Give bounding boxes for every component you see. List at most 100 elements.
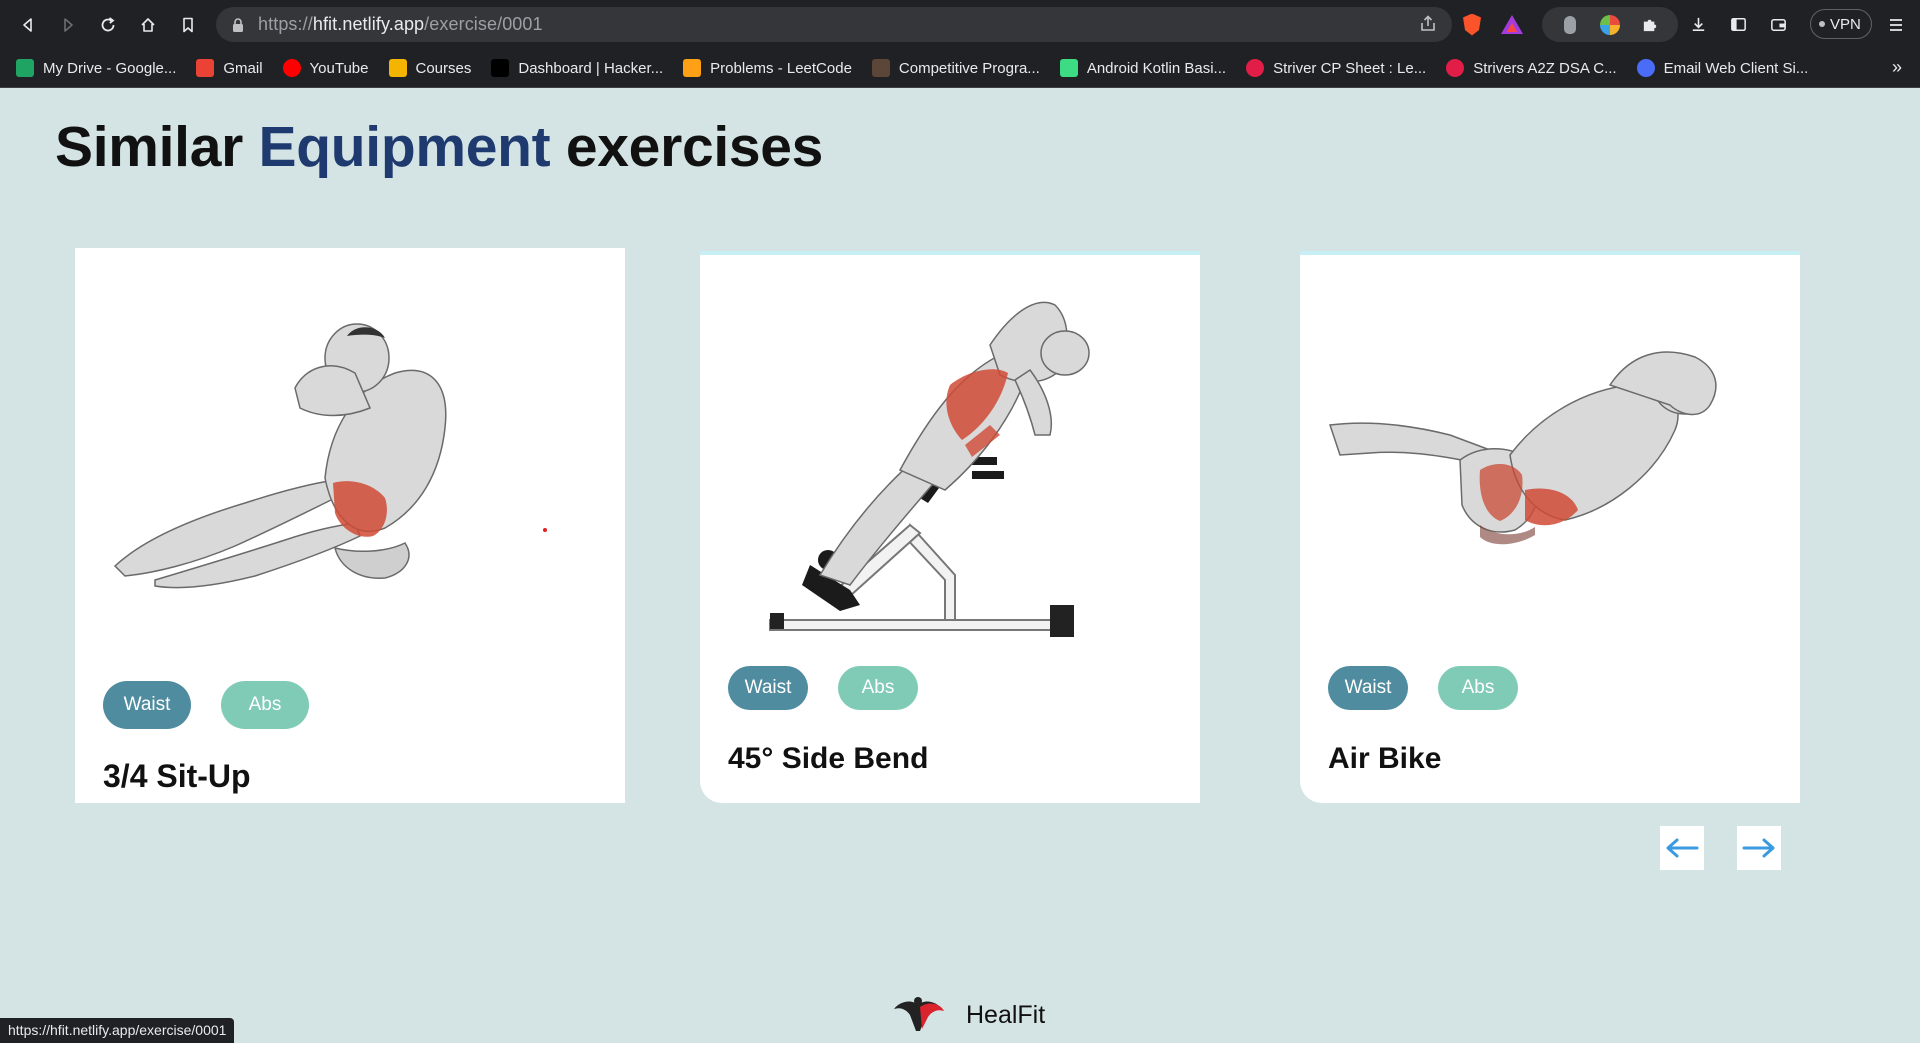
rewards-triangle-icon <box>1501 15 1523 34</box>
heading-text-1: Similar <box>55 115 259 179</box>
bookmarks-bar: My Drive - Google... Gmail YouTube Courses D… <box>0 49 1920 88</box>
bookmark-label: Courses <box>415 59 472 77</box>
tag-abs[interactable]: Abs <box>1438 666 1518 710</box>
bookmark-label: YouTube <box>309 59 369 77</box>
forward-button[interactable] <box>48 5 88 45</box>
tag-abs[interactable]: Abs <box>221 681 309 729</box>
extension-2-button[interactable] <box>1590 7 1630 42</box>
tag-list: Waist Abs <box>728 666 918 710</box>
bookmark-icon <box>183 17 193 32</box>
reload-icon <box>101 16 115 31</box>
bookmark-button[interactable] <box>168 5 208 45</box>
email-client-icon <box>1636 59 1655 77</box>
downloads-button[interactable] <box>1678 7 1718 42</box>
card-title: 45° Side Bend <box>728 742 929 775</box>
bookmark-item[interactable]: Email Web Client Si... <box>1636 59 1809 77</box>
address-bar[interactable]: https://hfit.netlify.app/exercise/0001 <box>216 7 1452 42</box>
vpn-status-icon <box>1819 21 1825 27</box>
bookmark-item[interactable]: Striver CP Sheet : Le... <box>1246 59 1426 77</box>
extension-1-button[interactable] <box>1550 7 1590 42</box>
forward-icon <box>64 17 73 32</box>
bookmark-item[interactable]: Strivers A2Z DSA C... <box>1446 59 1617 77</box>
reload-button[interactable] <box>88 5 128 45</box>
share-icon[interactable] <box>1418 14 1438 34</box>
color-palette-icon <box>1600 14 1620 35</box>
tag-waist[interactable]: Waist <box>728 666 808 710</box>
brave-rewards-button[interactable] <box>1492 7 1532 42</box>
arrow-left-icon <box>1666 838 1699 858</box>
youtube-icon <box>282 59 301 77</box>
page-content: Similar Equipment exercises Waist Abs 3/… <box>0 88 1920 1043</box>
google-drive-icon <box>16 59 34 77</box>
tag-waist[interactable]: Waist <box>103 681 191 729</box>
tag-waist[interactable]: Waist <box>1328 666 1408 710</box>
bookmark-label: Dashboard | Hacker... <box>518 59 664 77</box>
extensions-pill <box>1542 7 1678 42</box>
bookmark-item[interactable]: My Drive - Google... <box>16 59 176 77</box>
exercise-card[interactable]: Waist Abs Air Bike <box>1300 251 1800 803</box>
bookmark-item[interactable]: Problems - LeetCode <box>683 59 852 77</box>
brand-name: HealFit <box>966 1000 1046 1029</box>
heading-text-2: exercises <box>550 115 824 179</box>
extension-gray-icon <box>1564 15 1576 34</box>
gmail-icon <box>196 59 215 77</box>
wallet-icon <box>1770 18 1786 31</box>
menu-button[interactable] <box>1880 7 1912 42</box>
browser-toolbar: https://hfit.netlify.app/exercise/0001 V… <box>0 0 1920 49</box>
codechef-icon <box>871 59 890 77</box>
card-title: Air Bike <box>1328 742 1442 775</box>
footer: HealFit <box>890 995 1045 1035</box>
hackerrank-icon <box>491 59 510 77</box>
bookmark-item[interactable]: Gmail <box>196 59 263 77</box>
side-bend-bench-illustration <box>769 301 1090 637</box>
vpn-button[interactable]: VPN <box>1810 9 1872 39</box>
heading-accent: Equipment <box>258 115 551 179</box>
tag-list: Waist Abs <box>1328 666 1518 710</box>
bookmark-item[interactable]: YouTube <box>282 59 369 77</box>
extensions-area <box>1452 7 1798 42</box>
bookmark-label: Gmail <box>223 59 263 77</box>
lock-icon <box>233 17 243 32</box>
android-icon <box>1059 59 1078 77</box>
status-bar-url: https://hfit.netlify.app/exercise/0001 <box>0 1018 235 1043</box>
next-arrow-button[interactable] <box>1737 826 1781 870</box>
exercise-card[interactable]: Waist Abs 3/4 Sit-Up <box>75 248 625 803</box>
bookmark-label: Email Web Client Si... <box>1663 59 1809 77</box>
wallet-button[interactable] <box>1758 7 1798 42</box>
bookmark-label: Striver CP Sheet : Le... <box>1273 59 1427 77</box>
section-heading: Similar Equipment exercises <box>55 114 823 180</box>
sidebar-icon <box>1730 18 1746 31</box>
tuf-icon <box>1246 59 1265 77</box>
vpn-label: VPN <box>1830 15 1861 33</box>
brave-lion-icon <box>1463 13 1481 36</box>
bookmark-label: Competitive Progra... <box>898 59 1040 77</box>
extensions-button[interactable] <box>1630 7 1670 42</box>
tag-abs[interactable]: Abs <box>838 666 918 710</box>
bookmarks-overflow-icon[interactable]: » <box>1892 57 1902 78</box>
url-text: https://hfit.netlify.app/exercise/0001 <box>258 14 543 34</box>
bookmark-item[interactable]: Android Kotlin Basi... <box>1059 59 1227 77</box>
bookmark-item[interactable]: Dashboard | Hacker... <box>491 59 663 77</box>
download-icon <box>1692 17 1704 32</box>
exercise-card[interactable]: Waist Abs 45° Side Bend <box>700 251 1200 803</box>
bookmark-item[interactable]: Courses <box>388 59 472 77</box>
back-button[interactable] <box>8 5 48 45</box>
hamburger-menu-icon <box>1890 18 1902 31</box>
card-title: 3/4 Sit-Up <box>103 758 251 794</box>
tag-list: Waist Abs <box>103 681 309 729</box>
sidebar-button[interactable] <box>1718 7 1758 42</box>
courses-icon <box>388 59 407 77</box>
puzzle-icon <box>1643 19 1656 32</box>
healfit-logo-icon <box>894 997 944 1031</box>
home-button[interactable] <box>128 5 168 45</box>
situp-figure-illustration <box>113 323 447 589</box>
bookmark-item[interactable]: Competitive Progra... <box>871 59 1040 77</box>
prev-arrow-button[interactable] <box>1660 826 1704 870</box>
home-icon <box>141 17 155 32</box>
back-icon <box>23 17 32 32</box>
bookmark-label: Strivers A2Z DSA C... <box>1473 59 1617 77</box>
leetcode-icon <box>683 59 702 77</box>
bookmark-label: Android Kotlin Basi... <box>1086 59 1227 77</box>
brave-shields-button[interactable] <box>1452 7 1492 42</box>
arrow-right-icon <box>1742 838 1775 858</box>
